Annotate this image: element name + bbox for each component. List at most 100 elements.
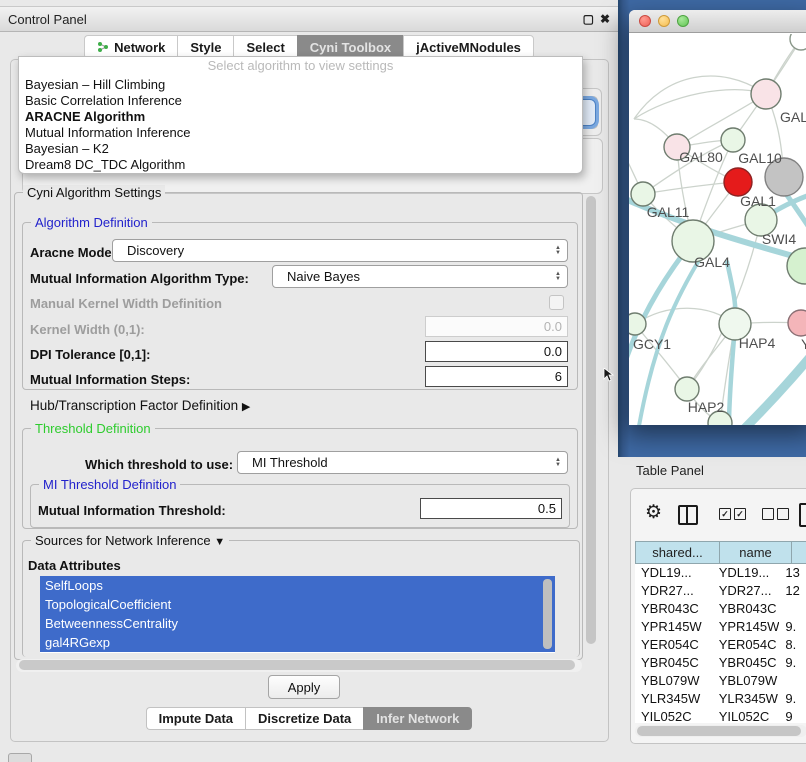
network-canvas[interactable]: GALGAL80GAL10GAL1GAL11SWI4GAL4GCY1HAP4YH… [629, 34, 806, 425]
corner-button[interactable] [8, 753, 32, 762]
which-threshold-select[interactable]: MI Threshold ▲▼ [237, 451, 568, 474]
algorithm-option[interactable]: Basic Correlation Inference [19, 93, 582, 109]
data-attributes-label: Data Attributes [28, 558, 121, 573]
table-row[interactable]: YER054CYER054C8. [635, 636, 806, 654]
table-row[interactable]: YPR145WYPR145W9. [635, 618, 806, 636]
algorithm-option[interactable]: Dream8 DC_TDC Algorithm [19, 157, 582, 173]
stepper-icon: ▲▼ [555, 246, 561, 256]
float-window-icon[interactable]: ▢ [583, 12, 594, 26]
manual-kernel-checkbox[interactable] [549, 295, 564, 310]
mi-type-select[interactable]: Naive Bayes ▲▼ [272, 265, 568, 288]
data-attributes-list[interactable]: SelfLoopsTopologicalCoefficientBetweenne… [40, 576, 555, 653]
sources-title: Sources for Network Inference [35, 533, 211, 548]
node-gcy1[interactable] [629, 313, 646, 335]
network-window-titlebar[interactable] [629, 10, 806, 33]
table-toolbar: ⚙ ✓ ✓ [631, 497, 806, 533]
mi-steps-label: Mutual Information Steps: [30, 372, 190, 387]
chevron-down-icon: ▼ [214, 536, 225, 548]
attributes-list-scrollbar[interactable] [543, 579, 552, 649]
node-gal11[interactable] [631, 182, 655, 206]
selected-value: MI Threshold [252, 455, 328, 470]
columns-icon[interactable] [678, 505, 698, 525]
tab-impute-data[interactable]: Impute Data [146, 707, 245, 730]
attribute-item[interactable]: BetweennessCentrality [40, 614, 555, 633]
algorithm-option[interactable]: ARACNE Algorithm [19, 109, 582, 125]
algorithm-option[interactable]: Mutual Information Inference [19, 125, 582, 141]
zoom-traffic-light[interactable] [677, 15, 689, 27]
panel-title: Control Panel [0, 12, 87, 27]
apply-button[interactable]: Apply [268, 675, 340, 699]
settings-horizontal-scrollbar[interactable] [16, 659, 582, 672]
apply-label: Apply [288, 680, 321, 695]
attribute-item[interactable]: gal4RGexp [40, 633, 555, 652]
node-label: GAL11 [647, 204, 690, 220]
deselect-all-icon[interactable] [762, 508, 774, 520]
algorithm-option[interactable]: Bayesian – Hill Climbing [19, 77, 582, 93]
table-row[interactable]: YDL19...YDL19...13 [635, 564, 806, 582]
table-cell: 8. [779, 636, 806, 654]
table-cell: YBR043C [635, 600, 713, 618]
dpi-tolerance-field[interactable]: 0.0 [425, 341, 568, 362]
mi-threshold-label: Mutual Information Threshold: [38, 503, 226, 518]
tab-discretize-data[interactable]: Discretize Data [245, 707, 363, 730]
column-header[interactable]: A [791, 541, 806, 564]
algorithm-dropdown-list: Select algorithm to view settings Bayesi… [18, 56, 583, 174]
column-header[interactable]: name [719, 541, 791, 564]
close-icon[interactable]: ✖ [600, 12, 610, 26]
node-red[interactable] [724, 168, 752, 196]
node-label: GAL [780, 109, 806, 125]
close-traffic-light[interactable] [639, 15, 651, 27]
settings-vertical-scrollbar[interactable] [585, 192, 598, 658]
minimize-traffic-light[interactable] [658, 15, 670, 27]
table-cell: YBR045C [635, 654, 713, 672]
bottom-tab-bar: Impute Data Discretize Data Infer Networ… [0, 707, 618, 730]
table-row[interactable]: YLR345WYLR345W9. [635, 690, 806, 708]
document-icon[interactable] [799, 503, 806, 527]
tab-infer-network[interactable]: Infer Network [363, 707, 472, 730]
attribute-item[interactable]: TopologicalCoefficient [40, 595, 555, 614]
network-edge [634, 76, 766, 119]
table-row[interactable]: YBR043CYBR043C [635, 600, 806, 618]
table-header-row: shared...nameA [635, 541, 806, 564]
network-icon [97, 41, 109, 53]
table-row[interactable]: YIL052CYIL052C9 [635, 708, 806, 723]
node-pink-right[interactable] [788, 310, 806, 336]
deselect-all-icon[interactable] [777, 508, 789, 520]
select-all-icon[interactable]: ✓ [719, 508, 731, 520]
mi-threshold-field[interactable]: 0.5 [420, 498, 562, 519]
algorithm-option[interactable]: Bayesian – K2 [19, 141, 582, 157]
screen: Control Panel ▢ ✖ Network Style Select C… [0, 0, 806, 762]
stepper-icon: ▲▼ [555, 458, 561, 468]
network-view-window: GALGAL80GAL10GAL1GAL11SWI4GAL4GCY1HAP4YH… [629, 10, 806, 425]
node-hap2[interactable] [675, 377, 699, 401]
control-panel-titlebar: Control Panel ▢ ✖ [0, 6, 618, 32]
node-label: GAL80 [679, 149, 723, 165]
node-gal10[interactable] [721, 128, 745, 152]
sources-toggle[interactable]: Sources for Network Inference ▼ [31, 533, 229, 548]
selected-value: Discovery [127, 243, 184, 258]
dpi-tolerance-label: DPI Tolerance [0,1]: [30, 347, 150, 362]
node-gal2[interactable] [751, 79, 781, 109]
select-all-icon[interactable]: ✓ [734, 508, 746, 520]
network-edge-highlighted [639, 244, 709, 425]
mi-steps-field[interactable]: 6 [425, 366, 568, 387]
attribute-item[interactable]: SelfLoops [40, 576, 555, 595]
tab-label: jActiveMNodules [416, 40, 521, 55]
field-value: 0.0 [544, 344, 562, 359]
hub-definition-toggle[interactable]: Hub/Transcription Factor Definition ▶ [30, 398, 250, 413]
tab-label: Cyni Toolbox [310, 40, 391, 55]
gear-icon[interactable]: ⚙ [645, 501, 662, 524]
field-value: 6 [555, 369, 562, 384]
column-header[interactable]: shared... [635, 541, 719, 564]
node-label: SWI4 [762, 231, 796, 247]
table-horizontal-scrollbar[interactable] [635, 725, 806, 737]
table-row[interactable]: YDR27...YDR27...12 [635, 582, 806, 600]
tab-label: Style [190, 40, 221, 55]
aracne-mode-select[interactable]: Discovery ▲▼ [112, 239, 568, 262]
table-row[interactable]: YBR045CYBR045C9. [635, 654, 806, 672]
table-cell [779, 600, 806, 618]
table-cell [779, 672, 806, 690]
table-row[interactable]: YBL079WYBL079W [635, 672, 806, 690]
table-panel-title: Table Panel [636, 463, 704, 478]
node-partial-top[interactable] [790, 34, 806, 50]
